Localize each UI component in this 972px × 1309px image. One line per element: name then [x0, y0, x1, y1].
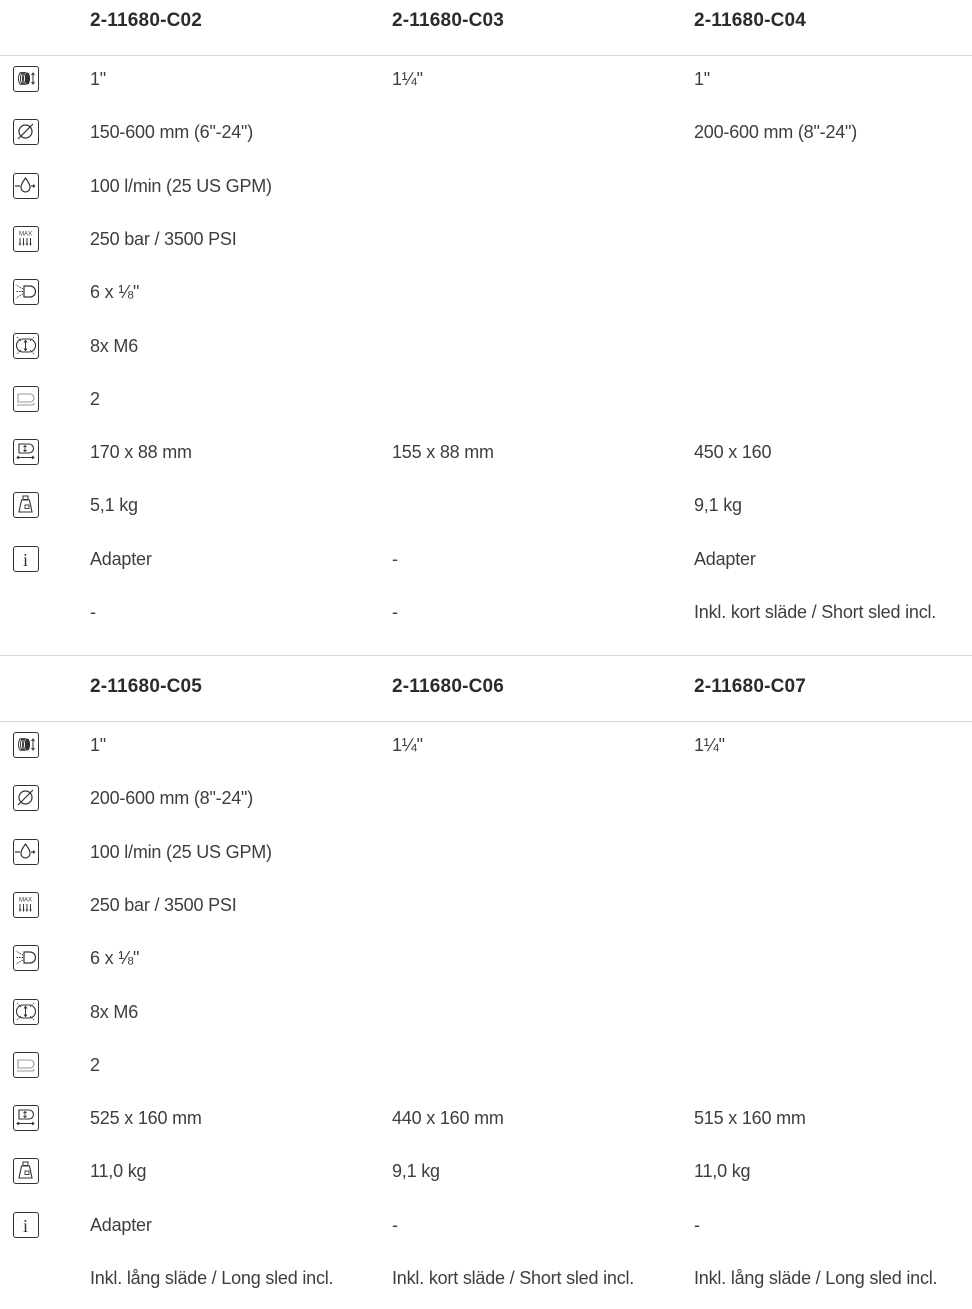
spec-value: 6 x ⅛" [90, 948, 140, 969]
table-row: 170 x 88 mm 155 x 88 mm 450 x 160 [0, 430, 972, 483]
header-divider [0, 721, 972, 722]
spec-value: 5,1 kg [90, 495, 138, 516]
table-row: 100 l/min (25 US GPM) [0, 164, 972, 217]
hose-reel-icon [13, 66, 39, 92]
product-code-header: 2-11680-C05 [90, 676, 203, 697]
svg-text:MAX: MAX [19, 231, 32, 237]
weight-icon [13, 492, 39, 519]
spec-value: 8x M6 [90, 335, 139, 356]
spec-value: 1" [90, 69, 107, 89]
section-divider [0, 655, 972, 656]
table-row: MAX 250 bar / 3500 PSI [0, 217, 972, 270]
nozzle-jets-icon [13, 279, 39, 306]
spec-value: - [694, 1214, 700, 1235]
table-row: 2 [0, 1043, 972, 1096]
spec-value: 170 x 88 mm [90, 442, 192, 463]
table-row: i Adapter - Adapter [0, 537, 972, 590]
diameter-icon [13, 119, 39, 146]
spec-value: 525 x 160 mm [90, 1108, 202, 1129]
sled-icon [13, 1051, 39, 1078]
table-row: Inkl. lång släde / Long sled incl. Inkl. … [0, 1256, 972, 1309]
table-row: 2 [0, 377, 972, 430]
hose-reel-icon [13, 732, 39, 758]
nozzle-jets-icon [13, 945, 39, 972]
table-row: - - Inkl. kort släde / Short sled incl. [0, 590, 972, 643]
spec-value: Adapter [90, 1214, 152, 1235]
spec-value: 200-600 mm (8"-24") [90, 788, 254, 809]
table-header: 2-11680-C05 2-11680-C06 2-11680-C07 [0, 666, 972, 714]
spec-value: 200-600 mm (8"-24") [694, 122, 858, 143]
table-row: 11,0 kg 9,1 kg 11,0 kg [0, 1149, 972, 1202]
table-row: 150-600 mm (6"-24") 200-600 mm (8"-24") [0, 110, 972, 163]
spec-value: - [392, 548, 398, 569]
spec-value: 2 [90, 1054, 100, 1075]
table-row: MAX 250 bar / 3500 PSI [0, 883, 972, 936]
table-row: i Adapter - - [0, 1203, 972, 1256]
spec-value: 1¼" [392, 735, 423, 755]
product-code-header: 2-11680-C04 [694, 10, 807, 31]
spec-value: Inkl. lång släde / Long sled incl. [90, 1268, 334, 1288]
spec-value: 150-600 mm (6"-24") [90, 122, 254, 143]
svg-text:i: i [23, 1216, 28, 1236]
spec-value: 2 [90, 388, 100, 409]
flow-rate-icon [13, 172, 39, 199]
spec-value: Adapter [90, 548, 152, 569]
header-divider [0, 55, 972, 56]
product-code-header: 2-11680-C02 [90, 10, 203, 31]
spec-value: 11,0 kg [90, 1161, 147, 1182]
product-code-header: 2-11680-C07 [694, 676, 807, 697]
spec-value: 250 bar / 3500 PSI [90, 228, 237, 249]
table-row: 100 l/min (25 US GPM) [0, 830, 972, 883]
dimensions-icon [13, 1105, 39, 1132]
table-row: 1" 1¼" 1¼" [0, 723, 972, 776]
spec-value: 1¼" [392, 69, 423, 89]
spec-value: 11,0 kg [694, 1161, 751, 1182]
table-row: 525 x 160 mm 440 x 160 mm 515 x 160 mm [0, 1096, 972, 1149]
spec-value: 1¼" [694, 735, 725, 755]
flow-rate-icon [13, 838, 39, 865]
spec-value: Inkl. kort släde / Short sled incl. [694, 602, 937, 622]
spec-value: 6 x ⅛" [90, 282, 140, 303]
spec-value: 100 l/min (25 US GPM) [90, 841, 272, 862]
spec-value: - [392, 602, 398, 622]
table-row: 8x M6 [0, 990, 972, 1043]
info-icon: i [13, 1211, 39, 1238]
spec-value: Adapter [694, 548, 756, 569]
table-row: 6 x ⅛" [0, 936, 972, 989]
max-pressure-icon: MAX [13, 891, 39, 918]
dimensions-icon [13, 439, 39, 466]
spec-value: 450 x 160 [694, 442, 772, 463]
spec-value: 9,1 kg [392, 1161, 440, 1182]
svg-text:MAX: MAX [19, 897, 32, 903]
spec-value: 8x M6 [90, 1001, 139, 1022]
spec-value: 1" [694, 69, 711, 89]
diameter-icon [13, 785, 39, 812]
sled-icon [13, 385, 39, 412]
product-code-header: 2-11680-C03 [392, 10, 505, 31]
rotating-nozzle-icon [13, 332, 39, 359]
table-row: 8x M6 [0, 324, 972, 377]
spec-value: 100 l/min (25 US GPM) [90, 175, 272, 196]
max-pressure-icon: MAX [13, 225, 39, 252]
spec-value: 9,1 kg [694, 495, 742, 516]
spec-value: - [392, 1214, 398, 1235]
spec-value: Inkl. kort släde / Short sled incl. [392, 1268, 635, 1288]
spec-value: 250 bar / 3500 PSI [90, 894, 237, 915]
rotating-nozzle-icon [13, 998, 39, 1025]
spec-value: 440 x 160 mm [392, 1108, 504, 1129]
spec-value: 515 x 160 mm [694, 1108, 806, 1129]
spec-value: 1" [90, 735, 107, 755]
svg-text:i: i [23, 550, 28, 570]
weight-icon [13, 1158, 39, 1185]
spec-value: 155 x 88 mm [392, 442, 494, 463]
product-code-header: 2-11680-C06 [392, 676, 505, 697]
table-row: 5,1 kg 9,1 kg [0, 483, 972, 536]
spec-value: - [90, 602, 96, 622]
spec-value: Inkl. lång släde / Long sled incl. [694, 1268, 938, 1288]
info-icon: i [13, 545, 39, 572]
table-row: 6 x ⅛" [0, 270, 972, 323]
table-row: 1" 1¼" 1" [0, 57, 972, 110]
table-header: 2-11680-C02 2-11680-C03 2-11680-C04 [0, 0, 972, 48]
table-row: 200-600 mm (8"-24") [0, 776, 972, 829]
